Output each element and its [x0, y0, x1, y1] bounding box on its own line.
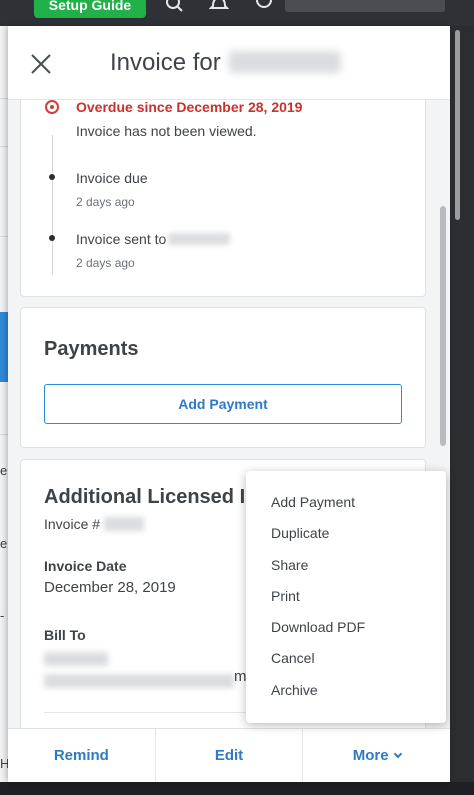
help-icon[interactable]: [254, 0, 274, 14]
timeline-line: [52, 135, 53, 275]
add-payment-button[interactable]: Add Payment: [44, 384, 402, 424]
bottom-action-bar: Remind Edit More: [8, 728, 450, 782]
search-icon[interactable]: [165, 0, 185, 14]
edit-label: Edit: [214, 747, 244, 764]
more-menu: Add Payment Duplicate Share Print Downlo…: [246, 471, 446, 723]
timeline-dot-icon: [49, 174, 55, 180]
panel-header: Invoice for: [8, 26, 450, 100]
timeline-sent-label: Invoice sent to: [76, 231, 167, 247]
timeline-subtitle: 2 days ago: [76, 256, 135, 270]
invoice-timeline-card: Overdue since December 28, 2019 Invoice …: [20, 66, 426, 297]
page-scrollbar[interactable]: [455, 30, 460, 220]
bill-to-label: Bill To: [44, 627, 86, 643]
setup-guide-button[interactable]: Setup Guide: [34, 0, 146, 18]
timeline-subtitle: 2 days ago: [76, 195, 135, 209]
remind-button[interactable]: Remind: [8, 729, 156, 782]
chevron-down-icon: [393, 749, 402, 758]
menu-item-archive[interactable]: Archive: [246, 675, 446, 706]
redacted-customer-name: [228, 51, 341, 73]
timeline-title: Invoice due: [76, 170, 148, 186]
more-button[interactable]: More: [303, 729, 450, 782]
panel-title-text: Invoice for: [110, 49, 221, 76]
redacted-number: [104, 517, 145, 531]
payments-heading: Payments: [44, 338, 139, 360]
menu-item-share[interactable]: Share: [246, 550, 446, 581]
bill-to-trailing-text: m: [234, 668, 247, 685]
bottom-edge: [0, 782, 474, 795]
close-icon[interactable]: [28, 51, 54, 77]
background-text: e: [0, 536, 8, 551]
invoice-date-value: December 28, 2019: [44, 579, 176, 596]
invoice-number: Invoice #: [44, 516, 145, 532]
background-text: -: [0, 608, 5, 623]
timeline-title: Invoice sent to: [76, 231, 231, 247]
menu-item-add-payment[interactable]: Add Payment: [246, 487, 446, 518]
bell-icon[interactable]: [208, 0, 230, 14]
overdue-marker-icon: [45, 100, 59, 114]
redacted-name: [168, 233, 231, 245]
account-menu[interactable]: [285, 0, 445, 12]
remind-label: Remind: [53, 747, 109, 764]
background-text: e: [0, 463, 8, 478]
more-label: More: [352, 747, 389, 764]
menu-item-cancel[interactable]: Cancel: [246, 643, 446, 674]
edit-button[interactable]: Edit: [156, 729, 304, 782]
menu-item-duplicate[interactable]: Duplicate: [246, 518, 446, 549]
menu-item-download-pdf[interactable]: Download PDF: [246, 612, 446, 643]
redacted-bill-to-name: [44, 652, 108, 666]
panel-title: Invoice for: [110, 49, 341, 77]
app-top-bar: Setup Guide: [0, 0, 474, 26]
timeline-dot-icon: [49, 235, 55, 241]
invoice-number-label: Invoice #: [44, 516, 101, 532]
redacted-bill-to-email: [44, 674, 234, 688]
invoice-date-label: Invoice Date: [44, 558, 127, 574]
timeline-subtitle: Invoice has not been viewed.: [76, 123, 257, 139]
timeline-title: Overdue since December 28, 2019: [76, 99, 303, 115]
menu-item-print[interactable]: Print: [246, 581, 446, 612]
invoice-item-title: Additional Licensed In: [44, 486, 258, 508]
payments-card: Payments Add Payment: [20, 307, 426, 448]
window-edge: [450, 26, 474, 782]
panel-scrollbar[interactable]: [440, 206, 446, 446]
